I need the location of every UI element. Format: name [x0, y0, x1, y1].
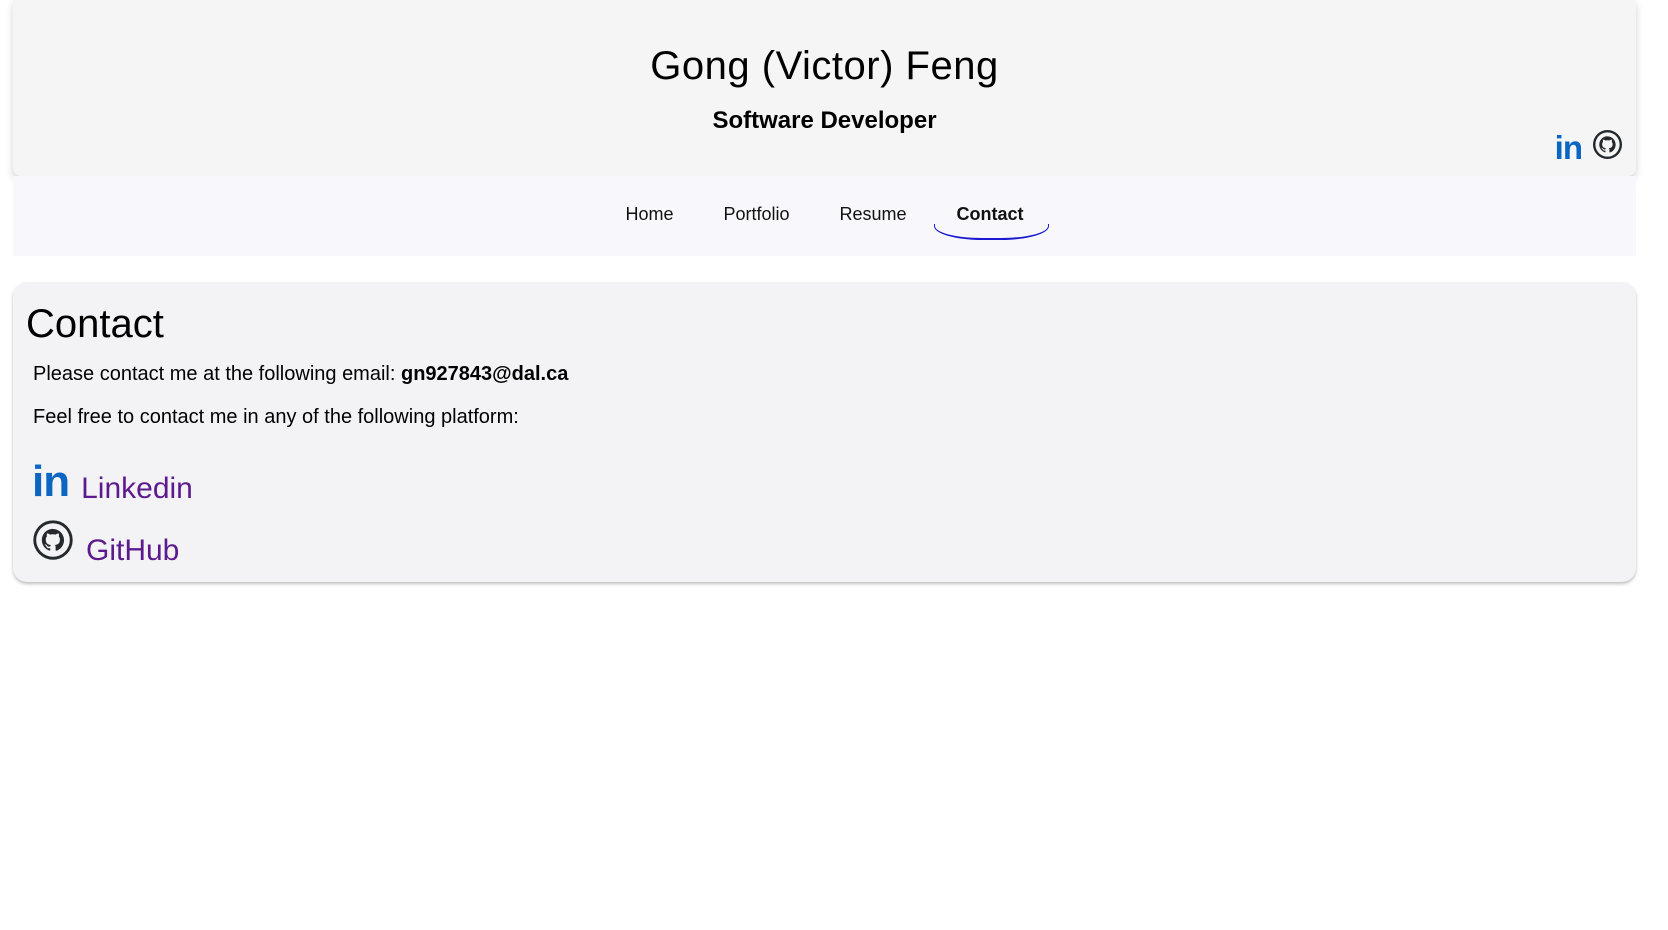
github-icon[interactable]: [32, 519, 74, 566]
nav-item-contact[interactable]: Contact: [932, 202, 1049, 240]
nav-menu: Home Portfolio Resume Contact: [13, 202, 1636, 240]
nav-bar: Home Portfolio Resume Contact: [13, 176, 1636, 256]
email-address: gn927843@dal.ca: [400, 363, 569, 385]
site-title: Software Developer: [712, 107, 937, 134]
linkedin-link[interactable]: Linkedin: [81, 474, 193, 504]
linkedin-icon[interactable]: in: [32, 460, 70, 504]
site-header: Gong (Victor) Feng Software Developer in: [13, 0, 1636, 176]
github-link[interactable]: GitHub: [86, 536, 179, 566]
github-link-row[interactable]: GitHub: [32, 519, 179, 566]
nav-item-resume[interactable]: Resume: [815, 202, 932, 240]
header-social-links: in: [1555, 129, 1623, 165]
contact-card: Contact Please contact me at the followi…: [13, 282, 1636, 582]
nav-item-home[interactable]: Home: [600, 202, 698, 240]
contact-heading: Contact: [26, 302, 164, 346]
linkedin-link-row[interactable]: in Linkedin: [32, 460, 193, 504]
email-prefix: Please contact me at the following email…: [33, 363, 396, 385]
email-paragraph: Please contact me at the following email…: [33, 363, 568, 386]
site-name: Gong (Victor) Feng: [650, 44, 999, 88]
linkedin-icon[interactable]: in: [1555, 131, 1583, 164]
platform-paragraph: Feel free to contact me in any of the fo…: [33, 406, 519, 428]
github-icon[interactable]: [1592, 129, 1623, 165]
nav-item-portfolio[interactable]: Portfolio: [698, 202, 814, 240]
